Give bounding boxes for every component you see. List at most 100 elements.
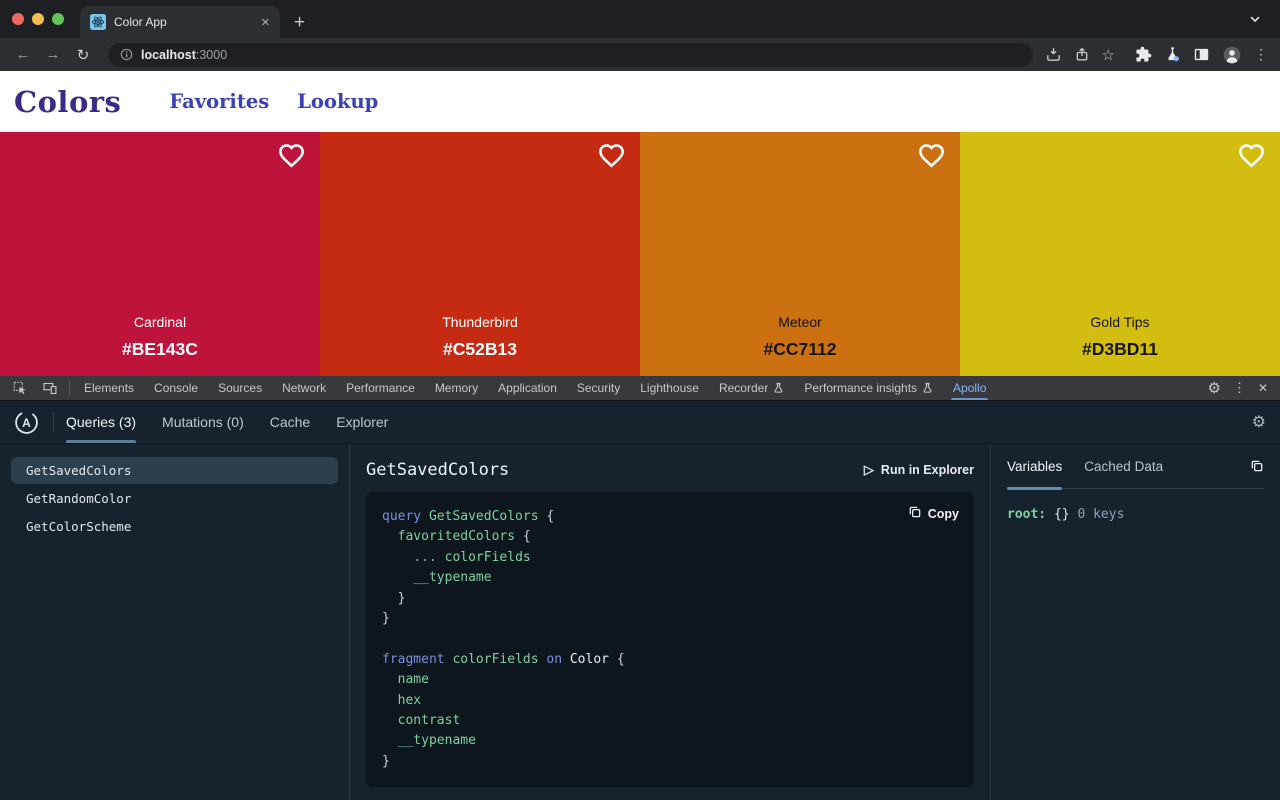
query-detail-panel: GetSavedColors ▷ Run in Explorer query G… [350,444,990,800]
query-list-item-getsavedcolors[interactable]: GetSavedColors [11,457,338,484]
color-swatch-cardinal: Cardinal #BE143C [0,132,320,376]
devtools-tab-apollo[interactable]: Apollo [943,376,996,400]
devtools-tab-network[interactable]: Network [272,376,336,400]
swatch-name: Cardinal [134,314,186,330]
code-token [382,733,398,748]
heart-icon [1238,143,1265,168]
copy-query-button[interactable]: Copy [908,505,959,522]
browser-menu-kebab-icon[interactable]: ⋮ [1254,46,1268,63]
code-token: colorFields [445,550,531,565]
code-token [382,591,398,606]
apollo-settings-gear-icon[interactable]: ⚙ [1252,412,1266,432]
code-line: contrast [382,711,958,731]
flask-icon [773,382,784,394]
devtools-tab-security[interactable]: Security [567,376,630,400]
minimize-window-button[interactable] [32,13,44,25]
query-title: GetSavedColors [366,460,509,480]
apollo-tab-cache[interactable]: Cache [270,401,310,443]
site-info-icon[interactable] [120,48,133,61]
react-favicon [90,14,106,30]
bookmark-star-icon[interactable]: ☆ [1102,46,1115,64]
app-logo[interactable]: Colors [14,85,121,119]
code-token: name [398,672,429,687]
code-token: Color [570,652,617,667]
toolbar-icon-cluster: ☆ ⋮ [1045,45,1270,65]
code-token: favoritedColors [398,529,523,544]
variables-tab-variables[interactable]: Variables [1007,459,1062,478]
color-swatch-thunderbird: Thunderbird#C52B13 [320,132,640,376]
flask-icon [922,382,933,394]
graphql-query-code-block: query GetSavedColors { favoritedColors {… [366,492,974,787]
devtools-tab-lighthouse[interactable]: Lighthouse [630,376,709,400]
code-token: __typename [413,570,491,585]
devtools-tab-console[interactable]: Console [144,376,208,400]
favorite-button[interactable] [278,143,305,171]
inspect-element-icon[interactable] [6,376,35,400]
browser-tab[interactable]: Color App ✕ [80,6,280,38]
query-list-item-getcolorscheme[interactable]: GetColorScheme [11,513,338,540]
extension-flask-icon[interactable] [1164,46,1181,63]
apollo-tab-explorer[interactable]: Explorer [336,401,388,443]
play-icon: ▷ [864,462,874,478]
run-in-explorer-button[interactable]: ▷ Run in Explorer [864,462,974,478]
devtools-menu-kebab-icon[interactable]: ⋮ [1233,380,1246,396]
copy-variables-button[interactable] [1250,459,1264,478]
install-app-icon[interactable] [1045,46,1062,63]
swatch-hex: #BE143C [122,339,198,360]
browser-toolbar: ← → ↻ localhost:3000 ☆ [0,38,1280,71]
zoom-window-button[interactable] [52,13,64,25]
favorite-button[interactable] [598,143,625,171]
browser-window: Color App ✕ + ← → ↻ localhost:3000 [0,0,1280,800]
profile-avatar[interactable] [1222,45,1242,65]
code-token: __typename [398,733,476,748]
app-header: Colors Favorites Lookup [0,71,1280,132]
device-toolbar-icon[interactable] [35,376,65,400]
devtools-tab-memory[interactable]: Memory [425,376,488,400]
variables-tab-cached-data[interactable]: Cached Data [1084,459,1163,478]
devtools-tab-elements[interactable]: Elements [74,376,144,400]
share-icon[interactable] [1074,46,1090,63]
extensions-puzzle-icon[interactable] [1135,46,1152,63]
chevron-down-icon[interactable] [1248,12,1262,26]
copy-icon-slot [908,505,922,522]
swatch-hex: #D3BD11 [1082,339,1158,360]
variables-root-row: root: {} 0 keys [1007,507,1264,522]
devtools-tab-performance-insights[interactable]: Performance insights [794,376,943,400]
devtools-tab-recorder[interactable]: Recorder [709,376,794,400]
close-window-button[interactable] [12,13,24,25]
tab-close-icon[interactable]: ✕ [261,16,270,29]
new-tab-button[interactable]: + [294,12,305,34]
macos-window-controls[interactable] [12,13,64,25]
heart-icon [918,143,945,168]
apollo-tab-mutations-0[interactable]: Mutations (0) [162,401,244,443]
devtools-settings-gear-icon[interactable]: ⚙ [1207,379,1220,397]
favorite-button[interactable] [918,143,945,171]
heart-icon [598,143,625,168]
side-panel-icon[interactable] [1193,46,1210,63]
root-meta: 0 keys [1077,507,1124,522]
code-token: { [523,529,531,544]
forward-button[interactable]: → [40,46,66,63]
devtools-tab-performance[interactable]: Performance [336,376,425,400]
code-token: } [382,611,390,626]
code-token: hex [398,693,421,708]
nav-link-favorites[interactable]: Favorites [169,90,269,113]
reload-button[interactable]: ↻ [70,46,96,64]
swatch-hex: #CC7112 [764,339,837,360]
apollo-tab-queries-3[interactable]: Queries (3) [66,401,136,443]
query-list-item-getrandomcolor[interactable]: GetRandomColor [11,485,338,512]
devtools-close-icon[interactable]: ✕ [1258,381,1268,395]
code-token [382,550,413,565]
devtools-tab-application[interactable]: Application [488,376,567,400]
swatch-hex: #C52B13 [443,339,517,360]
address-bar[interactable]: localhost:3000 [108,43,1033,67]
code-token: ... [413,550,444,565]
favorite-button[interactable] [1238,143,1265,171]
apollo-tab-list: Queries (3) Mutations (0) Cache Explorer [66,401,388,443]
back-button[interactable]: ← [10,46,36,63]
code-token: { [617,652,625,667]
code-line [382,629,958,649]
swatch-name: Meteor [778,314,822,330]
devtools-tab-sources[interactable]: Sources [208,376,272,400]
nav-link-lookup[interactable]: Lookup [297,90,378,113]
